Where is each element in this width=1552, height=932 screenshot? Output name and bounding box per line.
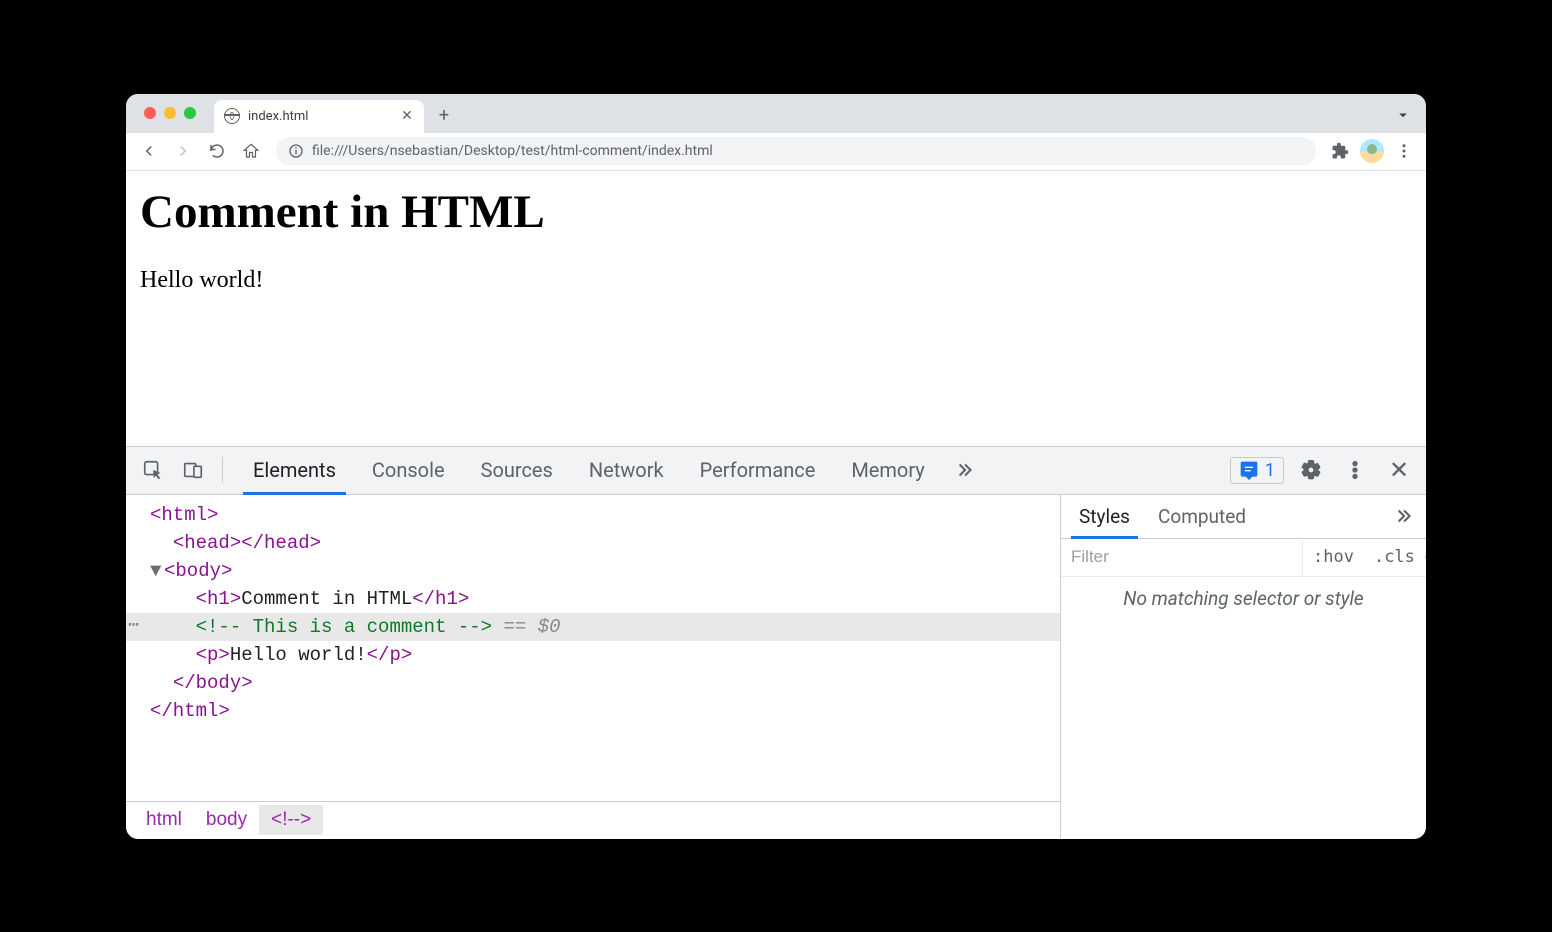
new-style-rule-icon[interactable]: + xyxy=(1425,545,1426,569)
devtools-toolbar: Elements Console Sources Network Perform… xyxy=(126,447,1426,495)
browser-toolbar: file:///Users/nsebastian/Desktop/test/ht… xyxy=(126,133,1426,171)
back-button[interactable] xyxy=(134,136,164,166)
styles-panel: Styles Computed :hov .cls + No matching … xyxy=(1061,495,1426,839)
chevron-down-icon[interactable] xyxy=(1394,106,1412,124)
dom-node-selected[interactable]: <!-- This is a comment --> == $0 xyxy=(126,613,1060,641)
home-button[interactable] xyxy=(236,136,266,166)
new-tab-button[interactable]: + xyxy=(430,102,458,130)
site-info-icon[interactable] xyxy=(288,143,304,159)
more-styles-tabs-icon[interactable] xyxy=(1388,505,1422,527)
devtools-settings-icon[interactable] xyxy=(1294,453,1328,487)
globe-icon xyxy=(224,108,240,124)
tab-network[interactable]: Network xyxy=(571,447,682,494)
cls-toggle[interactable]: .cls xyxy=(1364,547,1425,567)
crumb-html[interactable]: html xyxy=(134,805,194,835)
tab-memory[interactable]: Memory xyxy=(833,447,942,494)
crumb-body[interactable]: body xyxy=(194,805,259,835)
window-controls xyxy=(138,107,214,133)
dom-node[interactable]: <html> xyxy=(126,501,1060,529)
url-text: file:///Users/nsebastian/Desktop/test/ht… xyxy=(312,143,713,159)
dom-node[interactable]: <p>Hello world!</p> xyxy=(126,641,1060,669)
page-heading: Comment in HTML xyxy=(140,185,1412,239)
dom-node[interactable]: ▼<body> xyxy=(126,557,1060,585)
devtools-close-icon[interactable]: ✕ xyxy=(1382,456,1416,484)
styles-tabs: Styles Computed xyxy=(1061,495,1426,539)
crumb-comment[interactable]: <!--> xyxy=(259,805,323,835)
tab-performance[interactable]: Performance xyxy=(682,447,834,494)
issues-button[interactable]: 1 xyxy=(1230,457,1284,484)
tab-computed[interactable]: Computed xyxy=(1144,495,1260,538)
page-content: Comment in HTML Hello world! xyxy=(126,171,1426,446)
device-toolbar-icon[interactable] xyxy=(176,453,210,487)
dom-node[interactable]: <h1>Comment in HTML</h1> xyxy=(126,585,1060,613)
close-window-button[interactable] xyxy=(144,107,156,119)
page-paragraph: Hello world! xyxy=(140,267,1412,294)
tab-sources[interactable]: Sources xyxy=(463,447,571,494)
browser-tab[interactable]: index.html ✕ xyxy=(214,100,424,133)
forward-button[interactable] xyxy=(168,136,198,166)
tab-console[interactable]: Console xyxy=(354,447,463,494)
dom-node[interactable]: </html> xyxy=(126,697,1060,725)
tab-elements[interactable]: Elements xyxy=(235,447,354,494)
dom-node[interactable]: <head></head> xyxy=(126,529,1060,557)
styles-filter-input[interactable] xyxy=(1061,539,1303,576)
address-bar[interactable]: file:///Users/nsebastian/Desktop/test/ht… xyxy=(276,137,1316,165)
browser-window: index.html ✕ + file:///Users/nsebastian/… xyxy=(126,94,1426,839)
hov-toggle[interactable]: :hov xyxy=(1303,547,1364,567)
dom-tree[interactable]: <html> <head></head> ▼<body> <h1>Comment… xyxy=(126,495,1060,801)
extensions-icon[interactable] xyxy=(1326,137,1354,165)
reload-button[interactable] xyxy=(202,136,232,166)
more-tabs-icon[interactable] xyxy=(949,459,983,481)
tab-styles[interactable]: Styles xyxy=(1065,495,1144,538)
dom-node[interactable]: </body> xyxy=(126,669,1060,697)
elements-panel: <html> <head></head> ▼<body> <h1>Comment… xyxy=(126,495,1061,839)
profile-avatar[interactable] xyxy=(1358,137,1386,165)
devtools-menu-icon[interactable] xyxy=(1338,453,1372,487)
separator xyxy=(222,457,223,483)
styles-filter-row: :hov .cls + xyxy=(1061,539,1426,577)
maximize-window-button[interactable] xyxy=(184,107,196,119)
devtools-panel: Elements Console Sources Network Perform… xyxy=(126,446,1426,839)
devtools-tabs: Elements Console Sources Network Perform… xyxy=(235,447,943,494)
minimize-window-button[interactable] xyxy=(164,107,176,119)
close-tab-icon[interactable]: ✕ xyxy=(400,109,414,123)
breadcrumb: html body <!--> xyxy=(126,801,1060,839)
tab-strip: index.html ✕ + xyxy=(126,94,1426,133)
inspect-element-icon[interactable] xyxy=(136,453,170,487)
tab-title: index.html xyxy=(248,109,392,124)
browser-menu-icon[interactable] xyxy=(1390,137,1418,165)
devtools-body: <html> <head></head> ▼<body> <h1>Comment… xyxy=(126,495,1426,839)
styles-empty-message: No matching selector or style xyxy=(1061,577,1426,839)
issues-count: 1 xyxy=(1265,460,1275,481)
